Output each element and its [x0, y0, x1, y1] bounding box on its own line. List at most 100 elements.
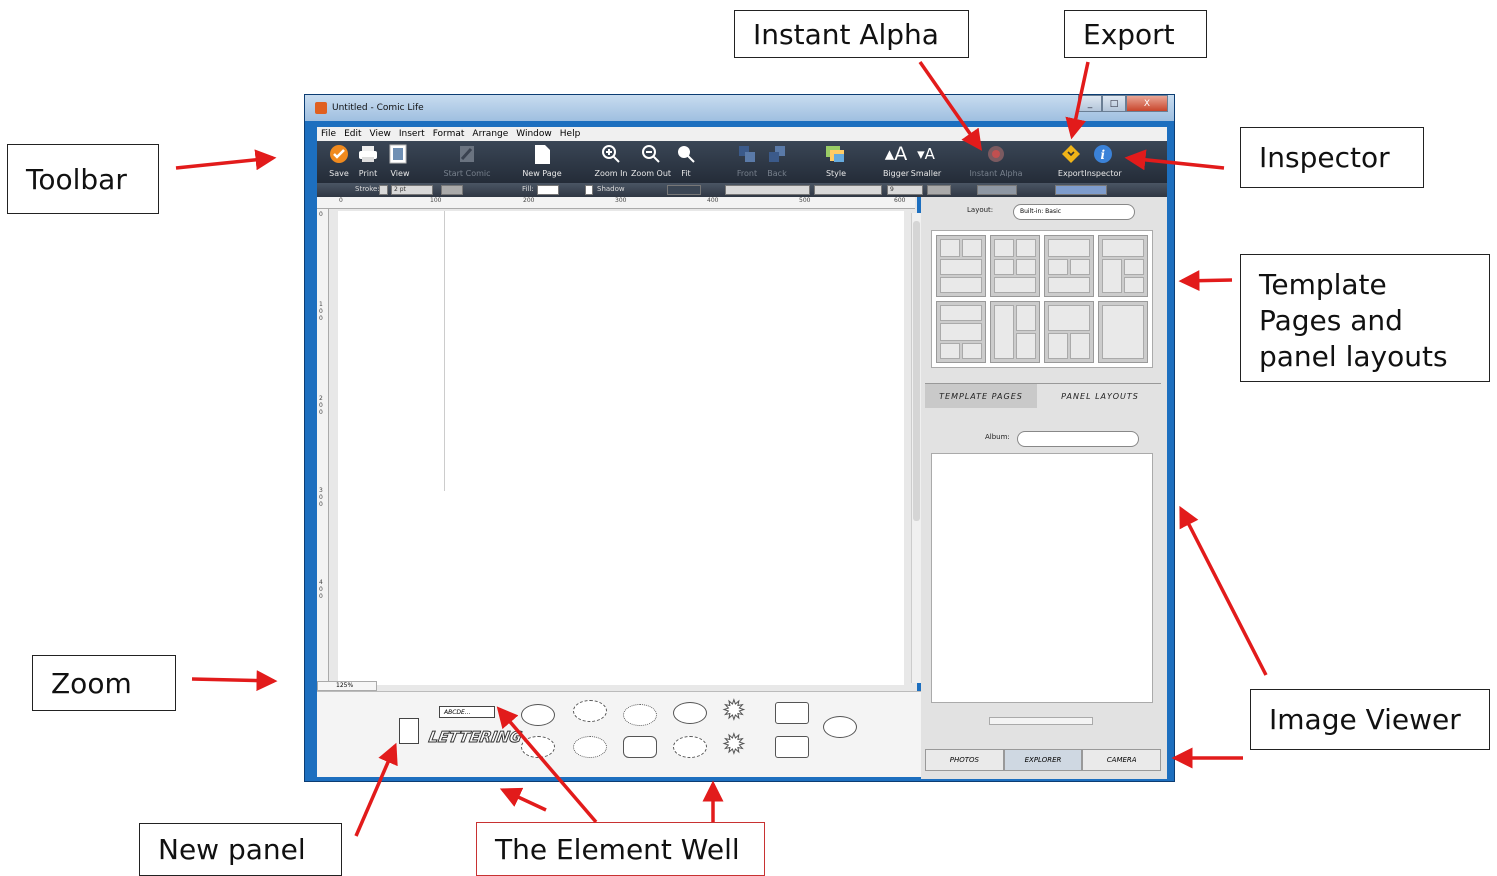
menu-edit[interactable]: Edit	[340, 129, 365, 139]
ruler-tick: 3 0 0	[319, 487, 323, 508]
callout-instant-alpha: Instant Alpha	[734, 10, 969, 58]
new-page-label: New Page	[522, 169, 562, 178]
shadow-checkbox[interactable]	[585, 185, 593, 195]
fit-icon	[675, 143, 697, 165]
zoom-out-icon	[640, 143, 662, 165]
minimize-button[interactable]: _	[1078, 95, 1102, 112]
callout-image-viewer: Image Viewer	[1250, 689, 1490, 750]
callout-template-pages: Template Pages and panel layouts	[1240, 254, 1490, 382]
callout-export: Export	[1064, 10, 1207, 58]
tab-photos[interactable]: PHOTOS	[925, 749, 1004, 771]
comic-page[interactable]	[338, 211, 904, 685]
burst-bubble-element[interactable]: ✹	[723, 698, 746, 725]
ruler-tick: 100	[430, 197, 442, 204]
speech-bubble-element[interactable]	[673, 702, 707, 724]
back-button[interactable]: Back	[755, 143, 799, 178]
thumbnail-size-slider[interactable]	[989, 717, 1093, 725]
font-select[interactable]	[725, 185, 810, 195]
ruler-tick: 2 0 0	[319, 395, 323, 416]
burst-bubble-element[interactable]: ✹	[723, 732, 746, 759]
speech-bubble-element[interactable]	[521, 704, 555, 726]
layout-select[interactable]: Built-in: Basic	[1013, 204, 1135, 220]
album-select[interactable]	[1017, 431, 1139, 447]
tab-camera[interactable]: CAMERA	[1082, 749, 1162, 771]
menu-arrange[interactable]: Arrange	[468, 129, 512, 139]
maximize-button[interactable]: □	[1102, 95, 1126, 112]
menu-help[interactable]: Help	[556, 129, 585, 139]
menu-window[interactable]: Window	[512, 129, 556, 139]
smaller-label: Smaller	[910, 169, 942, 178]
template-thumbnail[interactable]	[1098, 235, 1148, 297]
new-panel-element[interactable]	[399, 718, 419, 744]
image-viewer[interactable]	[931, 453, 1153, 703]
tab-template-pages[interactable]: TEMPLATE PAGES	[925, 384, 1037, 408]
inspector-button[interactable]: i Inspector	[1081, 143, 1125, 178]
template-thumbnail[interactable]	[1044, 301, 1094, 363]
shout-bubble-element[interactable]	[673, 736, 707, 758]
shadow-select[interactable]	[667, 185, 701, 195]
style-button[interactable]: Style	[814, 143, 858, 178]
instant-alpha-button[interactable]: Instant Alpha	[969, 143, 1023, 178]
ruler-tick: 600	[894, 197, 906, 204]
ruler-tick: 500	[799, 197, 811, 204]
view-button[interactable]: View	[378, 143, 422, 178]
arrow-zoom	[191, 670, 278, 692]
rounded-bubble-element[interactable]	[623, 736, 657, 758]
menu-insert[interactable]: Insert	[395, 129, 429, 139]
zoom-in-label: Zoom In	[594, 169, 628, 178]
smaller-button[interactable]: ▾A Smaller	[904, 143, 948, 178]
caption-element[interactable]: ABCDE...	[439, 706, 495, 718]
back-icon	[766, 143, 788, 165]
template-thumbnail[interactable]	[936, 301, 986, 363]
shadow-label: Shadow	[597, 185, 625, 193]
template-thumbnail[interactable]	[990, 235, 1040, 297]
close-button[interactable]: X	[1126, 95, 1168, 112]
fit-label: Fit	[681, 169, 691, 178]
menu-format[interactable]: Format	[429, 129, 469, 139]
horizontal-ruler: 0 100 200 300 400 500 600	[317, 197, 915, 209]
whisper-bubble-element[interactable]	[521, 736, 555, 758]
template-thumbnail[interactable]	[936, 235, 986, 297]
stroke-color-well[interactable]	[379, 185, 388, 195]
window-controls: _ □ X	[1078, 95, 1168, 112]
tab-panel-layouts[interactable]: PANEL LAYOUTS	[1039, 384, 1161, 408]
view-label: View	[390, 169, 410, 178]
format-bar: Stroke: 2 pt Fill: Shadow 9	[317, 183, 1167, 197]
stroke-style-select[interactable]	[441, 185, 463, 195]
export-icon	[1060, 143, 1082, 165]
tab-explorer[interactable]: EXPLORER	[1003, 749, 1083, 771]
stroke-label: Stroke:	[355, 185, 380, 193]
rect-bubble-element[interactable]	[775, 702, 809, 724]
template-thumbnail[interactable]	[990, 301, 1040, 363]
inspector-panel: Layout: Built-in: Basic TEMPLATE PAGES P…	[921, 197, 1167, 779]
cloud-bubble-element[interactable]	[573, 736, 607, 758]
font-size-select[interactable]: 9	[887, 185, 923, 195]
lettering-element[interactable]: LETTERING	[427, 728, 524, 747]
template-thumbnail[interactable]	[1098, 301, 1148, 363]
zoom-select[interactable]: 125%	[317, 681, 377, 691]
new-page-icon	[531, 143, 553, 165]
fit-button[interactable]: Fit	[664, 143, 708, 178]
text-color-well[interactable]	[927, 185, 951, 195]
callout-toolbar: Toolbar	[7, 144, 159, 214]
zoom-in-button[interactable]: Zoom In	[589, 143, 633, 178]
inspector-tabs: TEMPLATE PAGES PANEL LAYOUTS	[925, 383, 1161, 408]
add-bubble-element[interactable]	[823, 716, 857, 738]
font-style-select[interactable]	[814, 185, 882, 195]
template-thumbnail[interactable]	[1044, 235, 1094, 297]
start-comic-button[interactable]: Start Comic	[444, 143, 491, 178]
canvas-scrollbar[interactable]	[911, 213, 921, 683]
new-page-button[interactable]: New Page	[520, 143, 564, 178]
menu-view[interactable]: View	[366, 129, 395, 139]
arrow-toolbar	[175, 149, 277, 171]
zoom-in-icon	[600, 143, 622, 165]
fill-label: Fill:	[522, 185, 534, 193]
text-style-buttons[interactable]	[977, 185, 1017, 195]
thought-bubble-element[interactable]	[573, 700, 607, 722]
alignment-buttons[interactable]	[1055, 185, 1107, 195]
cloud-bubble-element[interactable]	[623, 704, 657, 726]
rect-bubble-element[interactable]	[775, 736, 809, 758]
stroke-width-select[interactable]: 2 pt	[391, 185, 433, 195]
menu-file[interactable]: File	[317, 129, 340, 139]
fill-color-well[interactable]	[537, 185, 559, 195]
